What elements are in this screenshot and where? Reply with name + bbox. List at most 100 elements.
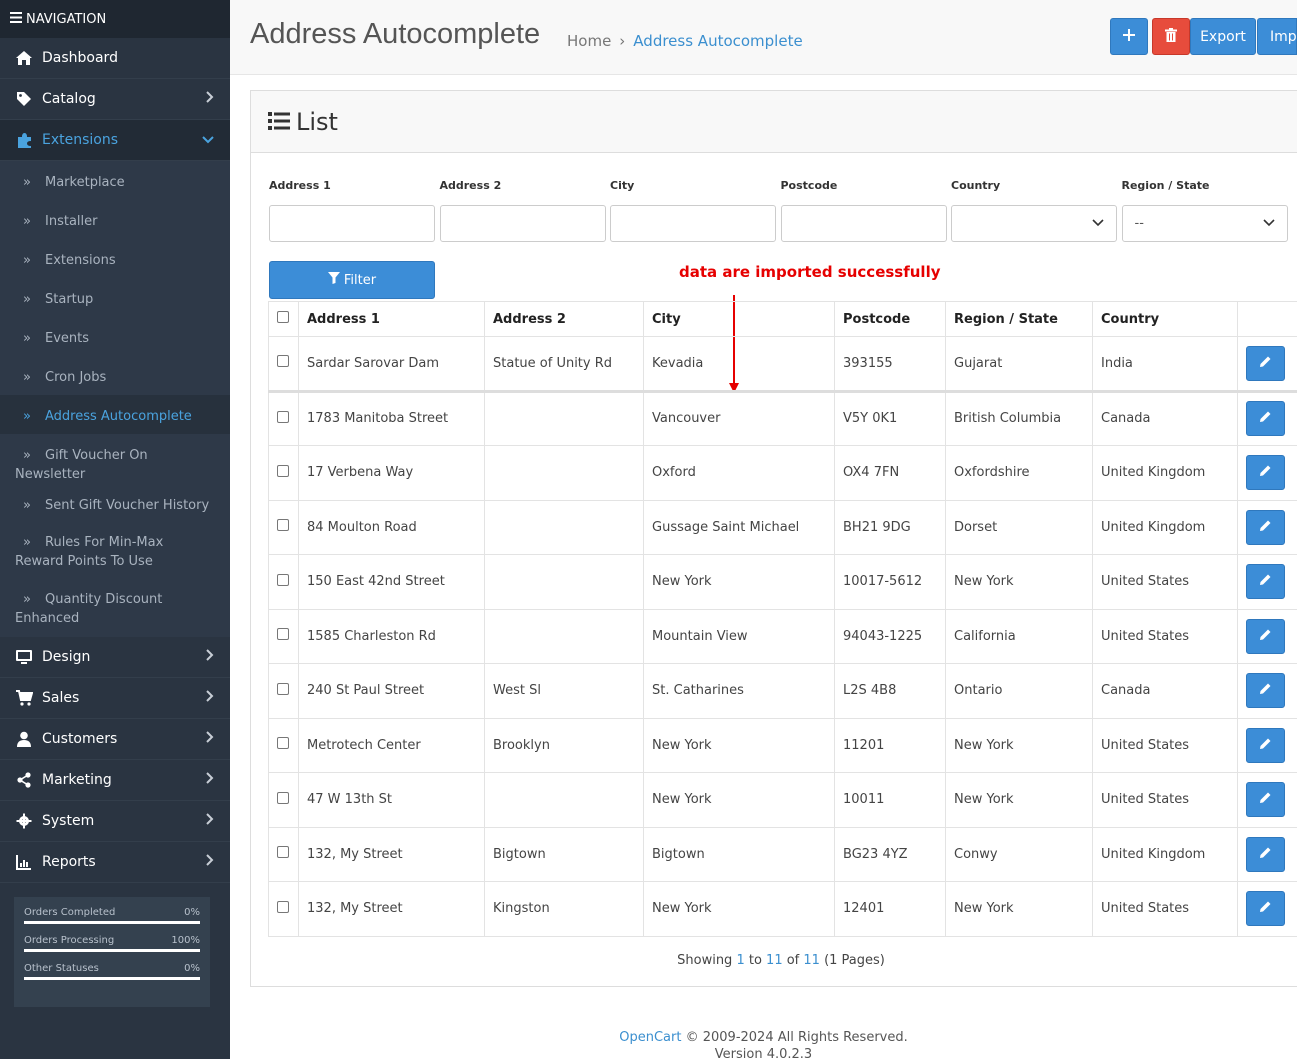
row-checkbox[interactable] (277, 682, 289, 695)
row-select-cell (268, 445, 299, 501)
address-2-input[interactable] (439, 205, 606, 242)
export-button[interactable]: Export (1190, 18, 1256, 55)
cell-address-1: 132, My Street (298, 881, 485, 937)
country-select[interactable] (951, 205, 1117, 242)
sidebar-item-cron-jobs[interactable]: » Cron Jobs (0, 356, 230, 395)
double-chevron-icon: » (23, 498, 31, 513)
menu-item-extensions[interactable]: Extensions (0, 120, 230, 161)
address-1-input[interactable] (269, 205, 435, 242)
column-header-region-state[interactable]: Region / State (945, 301, 1093, 337)
cell-region-state: California (945, 608, 1093, 664)
sidebar-item-startup[interactable]: » Startup (0, 278, 230, 317)
column-header-address-2[interactable]: Address 2 (484, 301, 644, 337)
edit-button[interactable] (1246, 618, 1285, 654)
address-table: Address 1 Address 2 City Postcode Region… (268, 301, 1297, 937)
row-action-cell (1237, 717, 1297, 773)
row-checkbox[interactable] (277, 410, 289, 423)
menu-item-design[interactable]: Design (0, 637, 230, 678)
import-button[interactable]: Impo (1257, 18, 1297, 55)
version-text: Version 4.0.2.3 (714, 1047, 813, 1059)
row-select-cell (268, 336, 299, 393)
stat-value: 0% (184, 963, 200, 974)
add-button[interactable] (1110, 18, 1148, 55)
select-all-checkbox[interactable] (277, 311, 289, 323)
edit-button[interactable] (1246, 345, 1285, 381)
double-chevron-icon: » (23, 370, 31, 385)
table-row: 150 East 42nd Street New York 10017-5612 Ne… (268, 554, 1297, 610)
chevron-right-icon (206, 91, 214, 107)
row-checkbox[interactable] (277, 846, 289, 859)
row-checkbox[interactable] (277, 573, 289, 586)
cell-address-1: Sardar Sarovar Dam (298, 336, 485, 393)
row-checkbox[interactable] (277, 737, 289, 750)
cell-region-state: Dorset (945, 499, 1093, 555)
edit-button[interactable] (1246, 727, 1285, 763)
cell-address-1: 132, My Street (298, 826, 485, 882)
sidebar-item-quantity-discount[interactable]: » Quantity Discount Enhanced (0, 580, 230, 637)
menu-item-dashboard[interactable]: Dashboard (0, 38, 230, 79)
cell-address-2: Statue of Unity Rd (484, 336, 644, 393)
filter-label: Region / State (1121, 179, 1210, 192)
sub-item-label: Cron Jobs (45, 370, 107, 385)
edit-button[interactable] (1246, 836, 1285, 872)
menu-item-catalog[interactable]: Catalog (0, 79, 230, 120)
hamburger-icon[interactable] (10, 11, 22, 27)
sub-item-label: Sent Gift Voucher History (45, 498, 210, 513)
cell-address-2: Bigtown (484, 826, 644, 882)
menu-item-sales[interactable]: Sales (0, 678, 230, 719)
edit-button[interactable] (1246, 891, 1285, 927)
row-checkbox[interactable] (277, 355, 289, 368)
breadcrumb-home[interactable]: Home (567, 32, 611, 50)
postcode-input[interactable] (780, 205, 947, 242)
menu-item-marketing[interactable]: Marketing (0, 760, 230, 801)
sidebar-item-min-max-reward-rules[interactable]: » Rules For Min-Max Reward Points To Use (0, 523, 230, 580)
menu-item-reports[interactable]: Reports (0, 842, 230, 883)
cell-city: Mountain View (643, 608, 835, 664)
sub-item-label: Marketplace (45, 175, 125, 190)
row-checkbox[interactable] (277, 900, 289, 913)
chevron-right-icon (206, 690, 214, 706)
row-checkbox[interactable] (277, 464, 289, 477)
cell-country: United Kingdom (1092, 445, 1238, 501)
opencart-link[interactable]: OpenCart (619, 1030, 681, 1045)
breadcrumb-current[interactable]: Address Autocomplete (633, 32, 802, 50)
row-checkbox[interactable] (277, 791, 289, 804)
delete-button[interactable] (1152, 18, 1190, 55)
nav-header[interactable]: NAVIGATION (0, 0, 230, 38)
row-checkbox[interactable] (277, 628, 289, 641)
edit-button[interactable] (1246, 673, 1285, 709)
column-header-address-1[interactable]: Address 1 (298, 301, 485, 337)
city-input[interactable] (610, 205, 776, 242)
row-checkbox[interactable] (277, 519, 289, 532)
sidebar-item-extensions[interactable]: » Extensions (0, 239, 230, 278)
menu-item-system[interactable]: System (0, 801, 230, 842)
menu-item-customers[interactable]: Customers (0, 719, 230, 760)
sub-item-label: Extensions (45, 253, 116, 268)
edit-button[interactable] (1246, 401, 1285, 437)
edit-button[interactable] (1246, 509, 1285, 545)
column-header-postcode[interactable]: Postcode (834, 301, 946, 337)
sidebar-item-gift-voucher-newsletter[interactable]: » Gift Voucher On Newsletter (0, 434, 230, 484)
cell-address-2 (484, 554, 644, 610)
column-header-country[interactable]: Country (1092, 301, 1238, 337)
filter-city: City (610, 179, 780, 242)
sidebar-item-address-autocomplete[interactable]: » Address Autocomplete (0, 395, 230, 434)
row-action-cell (1237, 881, 1297, 937)
edit-button[interactable] (1246, 564, 1285, 600)
region-state-select[interactable]: -- (1121, 205, 1288, 242)
copyright-text: © 2009-2024 All Rights Reserved. (681, 1030, 908, 1045)
filter-label: Postcode (780, 179, 838, 192)
sidebar-item-sent-gift-voucher-history[interactable]: » Sent Gift Voucher History (0, 484, 230, 523)
row-action-cell (1237, 826, 1297, 882)
sidebar-item-events[interactable]: » Events (0, 317, 230, 356)
edit-button[interactable] (1246, 455, 1285, 491)
edit-button[interactable] (1246, 782, 1285, 818)
sidebar-item-installer[interactable]: » Installer (0, 200, 230, 239)
share-icon (14, 772, 34, 788)
cell-city: Bigtown (643, 826, 835, 882)
cell-postcode: 10011 (834, 772, 946, 828)
cell-address-2 (484, 390, 644, 446)
filter-button[interactable]: Filter (269, 261, 435, 299)
sidebar-item-marketplace[interactable]: » Marketplace (0, 161, 230, 200)
column-header-city[interactable]: City (643, 301, 835, 337)
